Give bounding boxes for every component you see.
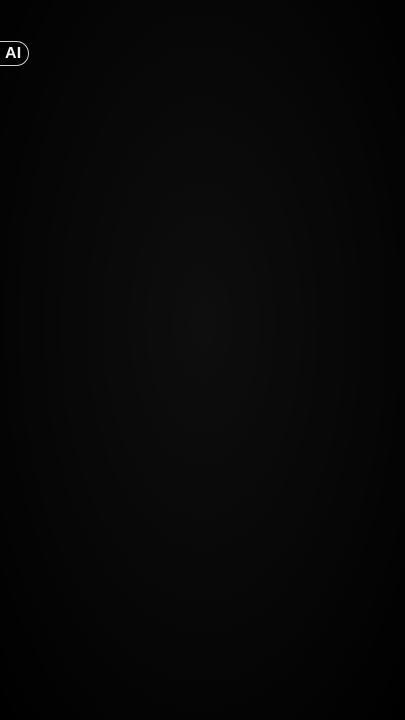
dark-video-frame bbox=[0, 0, 405, 720]
ai-generated-badge: AI bbox=[0, 41, 30, 66]
video-screen: AI bbox=[0, 0, 405, 720]
ai-badge-label: AI bbox=[5, 44, 22, 62]
